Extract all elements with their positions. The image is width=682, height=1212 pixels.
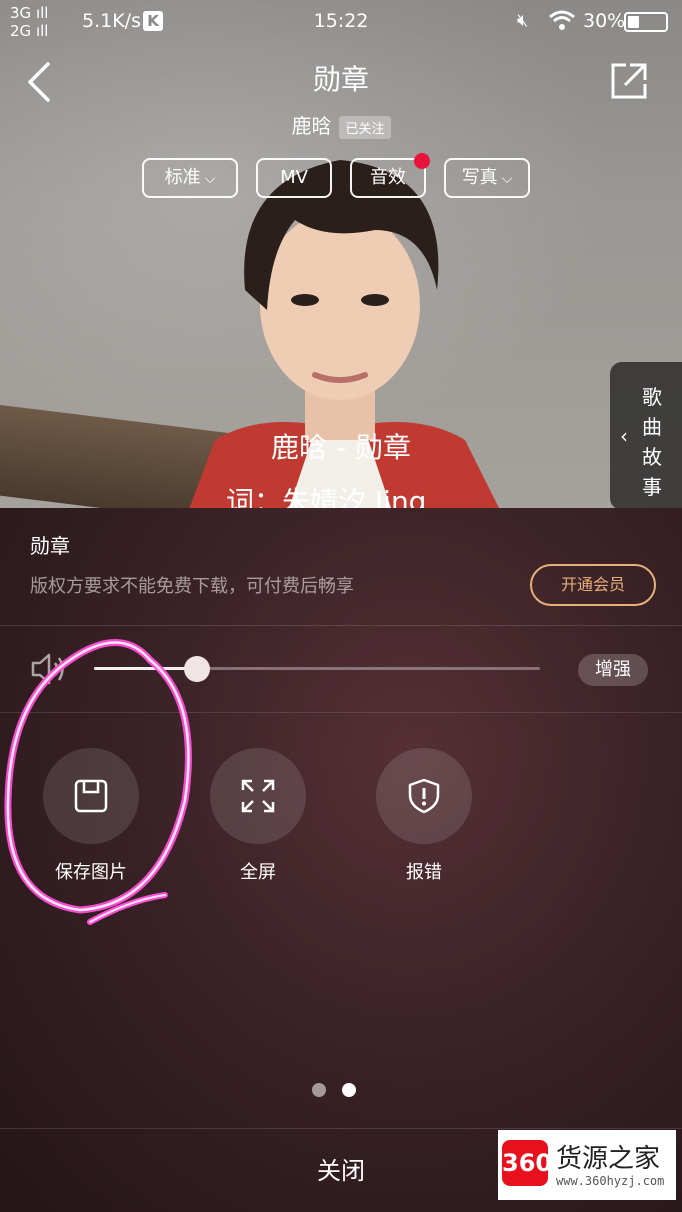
report-error-circle <box>376 748 472 844</box>
album-photo: 3G ıll 2G ıll 5.1K/s K 15:22 🔇︎ 30% 勋章 鹿… <box>0 0 682 510</box>
chevron-down-icon: ⌵ <box>204 171 216 187</box>
copyright-note: 版权方要求不能免费下载，可付费后畅享 <box>30 576 354 597</box>
mv-button[interactable]: MV <box>256 158 332 198</box>
follow-badge[interactable]: 已关注 <box>339 116 391 139</box>
artist-row: 鹿晗 已关注 <box>0 110 682 139</box>
wifi-icon <box>549 10 575 30</box>
quality-standard-button[interactable]: 标准 ⌵ <box>142 158 238 198</box>
sheet-song-title: 勋章 <box>30 534 70 558</box>
page-indicator <box>312 1082 372 1101</box>
divider <box>0 625 682 626</box>
report-error-label: 报错 <box>406 862 442 883</box>
sound-effect-label: 音效 <box>370 167 406 188</box>
page-title: 勋章 <box>312 63 369 96</box>
lyric-line: 词：朱婧汐 Jing <box>226 485 427 510</box>
battery-percent: 30% <box>583 10 626 32</box>
site-watermark: 360 货源之家 www.360hyzj.com <box>498 1130 676 1200</box>
status-bar: 3G ıll 2G ıll 5.1K/s K 15:22 🔇︎ 30% <box>0 0 682 44</box>
watermark-name: 货源之家 <box>556 1144 661 1174</box>
fullscreen-icon <box>241 779 275 813</box>
shield-alert-icon <box>408 778 440 814</box>
annotation-circle <box>4 639 192 925</box>
report-error-button[interactable]: 报错 <box>376 748 472 884</box>
chevron-down-icon: ⌵ <box>501 171 513 187</box>
volume-boost-button[interactable]: 增强 <box>578 654 648 686</box>
photo-mode-button[interactable]: 写真 ⌵ <box>444 158 530 198</box>
artist-name[interactable]: 鹿晗 <box>291 114 331 138</box>
page-dot-active <box>342 1083 356 1097</box>
song-story-label: 歌曲故事 <box>642 385 662 499</box>
clock: 15:22 <box>313 10 369 32</box>
song-story-tab[interactable]: ‹ 歌曲故事 <box>610 362 682 510</box>
watermark-logo: 360 <box>502 1140 552 1186</box>
mv-label: MV <box>280 167 308 188</box>
battery-icon <box>624 12 668 32</box>
mute-icon: 🔇︎ <box>517 10 529 31</box>
share-icon[interactable] <box>608 60 650 102</box>
watermark-url: www.360hyzj.com <box>556 1174 665 1188</box>
quality-label: 标准 <box>164 167 201 188</box>
chevron-left-icon: ‹ <box>620 424 628 448</box>
page-dot <box>312 1083 326 1097</box>
open-vip-button[interactable]: 开通会员 <box>530 564 656 606</box>
fullscreen-label: 全屏 <box>240 862 276 883</box>
photo-label: 写真 <box>461 167 498 188</box>
fullscreen-circle <box>210 748 306 844</box>
fullscreen-button[interactable]: 全屏 <box>210 748 306 884</box>
notification-dot <box>414 153 430 169</box>
lyric-line: 鹿晗 - 勋章 <box>271 431 411 464</box>
